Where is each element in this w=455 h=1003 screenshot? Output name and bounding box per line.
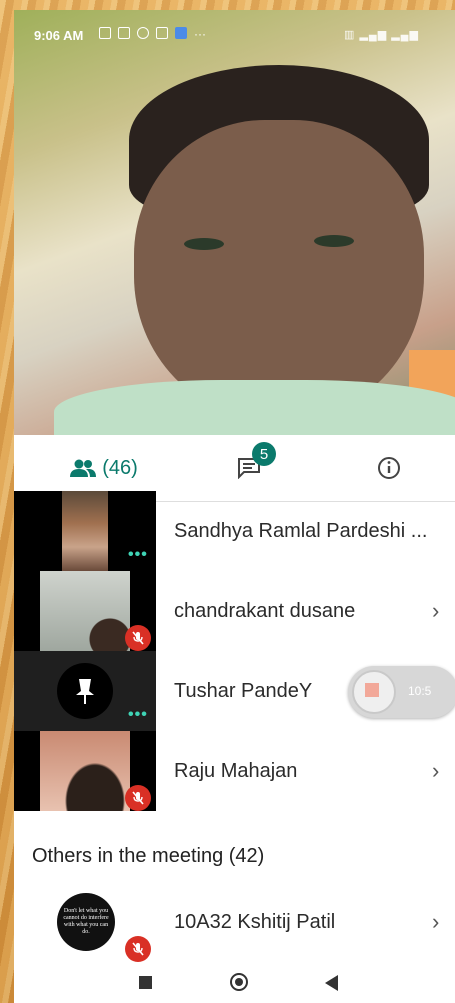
participant-row[interactable]: Don't let what you cannot do interfere w… bbox=[14, 882, 455, 962]
chevron-right-icon[interactable]: › bbox=[432, 571, 439, 651]
video-person-shirt bbox=[54, 380, 455, 435]
stop-icon bbox=[365, 683, 379, 697]
signal-battery-icons: ▥ ▂▄▆ ▂▄▆ bbox=[344, 29, 419, 41]
speaking-indicator-icon: ••• bbox=[128, 546, 148, 563]
participant-thumbnail: Don't let what you cannot do interfere w… bbox=[14, 882, 156, 962]
participant-thumbnail: ••• bbox=[14, 491, 156, 571]
status-time: 9:06 AM bbox=[34, 28, 84, 43]
video-preview bbox=[40, 731, 130, 811]
chevron-right-icon[interactable]: › bbox=[432, 731, 439, 811]
participant-name: Sandhya Ramlal Pardeshi ... bbox=[174, 519, 428, 542]
app-icon bbox=[175, 27, 187, 39]
message-icon bbox=[118, 27, 130, 39]
speaking-indicator-icon: ••• bbox=[128, 706, 148, 723]
screen-recording-widget[interactable]: 10:5 bbox=[348, 666, 455, 718]
app-window: 9:06 AM ··· ▥ ▂▄▆ ▂▄▆ (46) 5 ••• Sandhya… bbox=[14, 10, 455, 1003]
video-person-eye bbox=[184, 238, 224, 250]
app-icon bbox=[156, 27, 168, 39]
others-section-title: Others in the meeting (42) bbox=[32, 845, 265, 867]
chevron-right-icon[interactable]: › bbox=[432, 882, 439, 962]
notification-icon bbox=[99, 27, 111, 39]
facebook-icon bbox=[137, 27, 149, 39]
people-count: (46) bbox=[102, 456, 138, 479]
mic-off-icon bbox=[125, 936, 151, 962]
participant-row[interactable]: Raju Mahajan › bbox=[14, 731, 455, 811]
participant-name: chandrakant dusane bbox=[174, 599, 356, 622]
video-preview bbox=[40, 571, 130, 651]
mic-off-icon bbox=[125, 785, 151, 811]
participant-name: Tushar PandeY bbox=[174, 679, 313, 702]
video-person-eye bbox=[314, 235, 354, 247]
avatar: Don't let what you cannot do interfere w… bbox=[57, 893, 115, 951]
participant-name: 10A32 Kshitij Patil bbox=[174, 910, 336, 933]
participant-row[interactable]: ••• Sandhya Ramlal Pardeshi ... bbox=[14, 491, 455, 571]
participant-thumbnail: ••• bbox=[14, 651, 156, 731]
people-icon bbox=[70, 459, 97, 477]
system-nav-bar bbox=[14, 970, 455, 1003]
main-video-feed[interactable] bbox=[14, 10, 455, 435]
recording-time: 10:5 bbox=[408, 684, 432, 698]
notification-icons: ··· bbox=[99, 27, 206, 41]
home-button[interactable] bbox=[230, 973, 248, 991]
mic-off-icon bbox=[125, 625, 151, 651]
recents-button[interactable] bbox=[139, 976, 152, 989]
info-icon bbox=[378, 457, 400, 479]
participant-row[interactable]: chandrakant dusane › bbox=[14, 571, 455, 651]
participant-thumbnail bbox=[14, 571, 156, 651]
participant-thumbnail bbox=[14, 731, 156, 811]
video-person-face bbox=[134, 120, 424, 420]
status-bar: 9:06 AM ··· ▥ ▂▄▆ ▂▄▆ bbox=[14, 10, 455, 60]
more-notifications-icon: ··· bbox=[194, 27, 206, 41]
back-button[interactable] bbox=[325, 975, 338, 991]
pin-icon bbox=[76, 679, 94, 704]
video-preview bbox=[62, 491, 108, 571]
chat-unread-badge: 5 bbox=[252, 442, 276, 466]
participant-name: Raju Mahajan bbox=[174, 759, 298, 782]
avatar bbox=[57, 663, 113, 719]
